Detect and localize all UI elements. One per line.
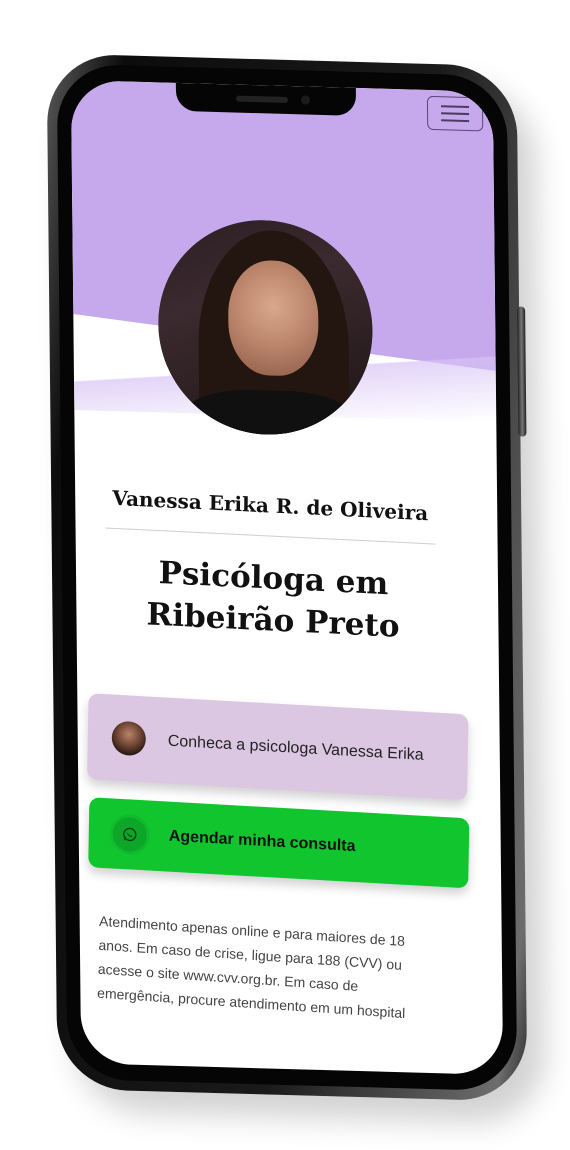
phone-screen: Vanessa Erika R. de Oliveira Psicóloga e… — [70, 79, 504, 1076]
schedule-whatsapp-label: Agendar minha consulta — [168, 827, 356, 856]
photo-face — [227, 259, 319, 377]
schedule-whatsapp-button[interactable]: Agendar minha consulta — [88, 797, 470, 889]
hamburger-icon-line — [441, 119, 470, 123]
hamburger-icon — [441, 105, 470, 109]
phone-notch — [175, 82, 357, 116]
about-link-label: Conheca a psicologa Vanessa Erika — [167, 732, 424, 764]
profile-name: Vanessa Erika R. de Oliveira — [112, 485, 429, 526]
page-title: Psicóloga em Ribeirão Preto — [146, 555, 400, 645]
divider — [105, 527, 436, 545]
front-camera — [300, 95, 311, 105]
phone-bezel: Vanessa Erika R. de Oliveira Psicóloga e… — [56, 63, 518, 1092]
phone-mockup: Vanessa Erika R. de Oliveira Psicóloga e… — [46, 53, 528, 1102]
menu-button[interactable] — [426, 95, 484, 132]
about-link-button[interactable]: Conheca a psicologa Vanessa Erika — [87, 693, 469, 801]
avatar — [111, 720, 147, 757]
whatsapp-icon — [112, 816, 148, 853]
speaker-grille — [235, 95, 289, 104]
profile-photo — [157, 217, 374, 438]
hamburger-icon-line — [441, 112, 470, 116]
disclaimer-text: Atendimento apenas online e para maiores… — [96, 912, 406, 1022]
phone-side-button — [517, 306, 527, 437]
